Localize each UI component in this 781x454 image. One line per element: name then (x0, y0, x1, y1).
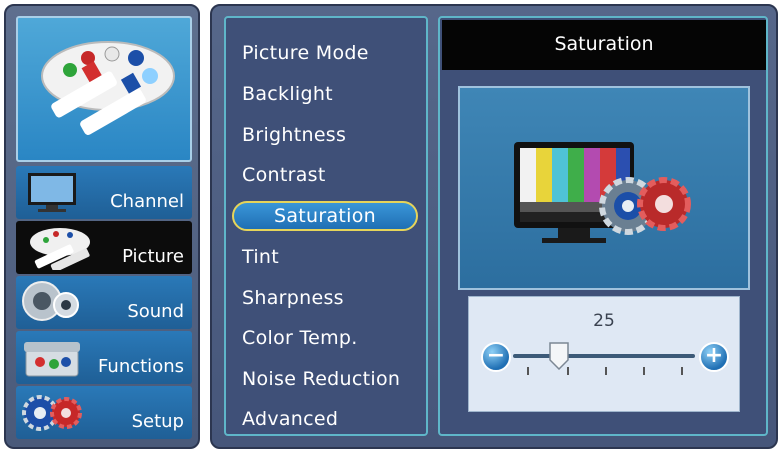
nav-item-picture[interactable]: Picture (16, 221, 192, 274)
nav-item-label: Sound (127, 301, 184, 322)
nav-item-functions[interactable]: Functions (16, 331, 192, 384)
speaker-icon (22, 281, 79, 321)
picture-settings-menu: Picture Mode Backlight Brightness Contra… (224, 16, 428, 436)
nav-item-sound[interactable]: Sound (16, 276, 192, 329)
slider-tick (643, 367, 645, 375)
palette-icon (41, 41, 175, 135)
slider-tick (681, 367, 683, 375)
saturation-slider-panel: 25 − + (468, 296, 740, 412)
nav-item-label: Channel (110, 191, 184, 212)
nav-item-label: Functions (98, 356, 184, 377)
decrease-button[interactable]: − (481, 342, 511, 372)
setting-title: Saturation (442, 20, 766, 70)
category-header-image (16, 16, 192, 162)
slider-track[interactable] (513, 354, 695, 358)
setting-preview (458, 86, 750, 290)
increase-button[interactable]: + (699, 342, 729, 372)
nav-item-setup[interactable]: Setup (16, 386, 192, 439)
category-nav-panel: Channel Picture Sound Functions Setup (4, 4, 200, 449)
slider-tick (527, 367, 529, 375)
menu-item-picture-mode[interactable]: Picture Mode (242, 42, 369, 64)
menu-item-sharpness[interactable]: Sharpness (242, 287, 344, 309)
setting-detail-pane: Saturation 25 − + (438, 16, 768, 436)
palette-icon (30, 228, 90, 270)
menu-item-tint[interactable]: Tint (242, 246, 279, 268)
nav-item-label: Setup (131, 411, 184, 432)
slider-thumb[interactable] (548, 342, 569, 370)
menu-item-saturation[interactable]: Saturation (232, 201, 418, 231)
menu-item-brightness[interactable]: Brightness (242, 124, 346, 146)
tv-icon (28, 173, 76, 212)
slider-tick (605, 367, 607, 375)
color-bars-monitor-gears-icon (514, 142, 691, 243)
slider-value: 25 (593, 311, 615, 331)
menu-item-color-temp[interactable]: Color Temp. (242, 327, 358, 349)
menu-item-backlight[interactable]: Backlight (242, 83, 333, 105)
toolbox-icon (24, 342, 80, 377)
menu-item-advanced[interactable]: Advanced (242, 408, 338, 430)
menu-item-noise-reduction[interactable]: Noise Reduction (242, 368, 400, 390)
gears-icon (22, 395, 82, 431)
nav-item-label: Picture (122, 246, 184, 267)
nav-item-channel[interactable]: Channel (16, 166, 192, 219)
settings-panel: Picture Mode Backlight Brightness Contra… (210, 4, 778, 449)
menu-item-contrast[interactable]: Contrast (242, 164, 326, 186)
